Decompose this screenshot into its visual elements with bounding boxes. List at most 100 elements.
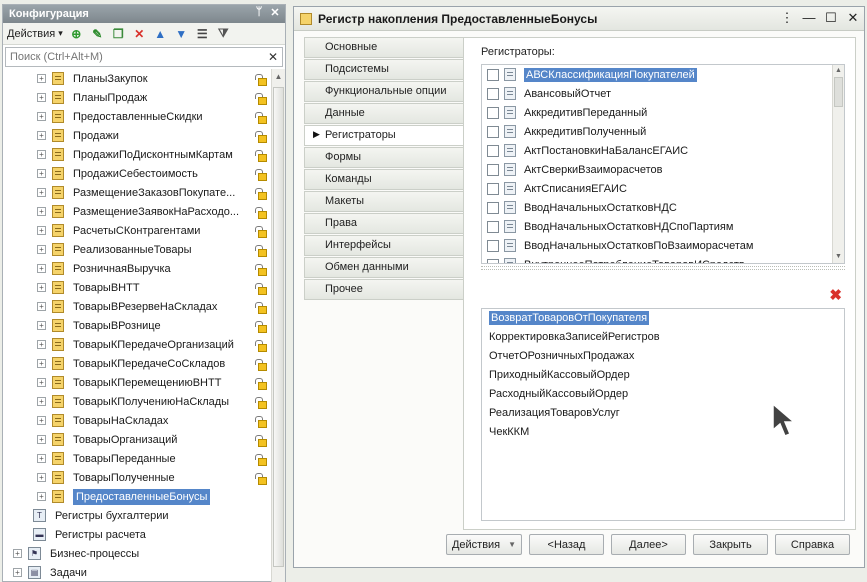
expand-icon[interactable]: + (37, 283, 46, 292)
registrator-checkbox[interactable] (487, 220, 499, 233)
expand-icon[interactable]: + (37, 454, 46, 463)
expand-icon[interactable]: + (37, 264, 46, 273)
registrators-scrollbar[interactable]: ▲ ▼ (832, 65, 844, 263)
registrator-row[interactable]: АккредитивПереданный (482, 103, 844, 122)
expand-icon[interactable]: + (37, 492, 46, 501)
clear-search-icon[interactable]: ✕ (268, 50, 278, 64)
tree-item[interactable]: + ПланыЗакупок (3, 69, 271, 88)
list-icon[interactable]: ☰ (195, 26, 210, 41)
next-button[interactable]: Далее> (611, 534, 686, 555)
selected-document-row[interactable]: ПриходныйКассовыйОрдер (482, 366, 844, 385)
expand-icon[interactable]: + (13, 549, 22, 558)
tree-item[interactable]: + РазмещениеЗаявокНаРасходо... (3, 202, 271, 221)
add-icon[interactable]: ⊕ (69, 26, 84, 41)
tree-item[interactable]: + ТоварыКПеремещениюВНТТ (3, 373, 271, 392)
tab-item[interactable]: Данные (304, 103, 464, 124)
tree-item[interactable]: + ТоварыКПолучениюНаСклады (3, 392, 271, 411)
tab-item[interactable]: Права (304, 213, 464, 234)
expand-icon[interactable]: + (37, 359, 46, 368)
tab-item[interactable]: Подсистемы (304, 59, 464, 80)
tree-item[interactable]: + ТоварыНаСкладах (3, 411, 271, 430)
scroll-up-icon[interactable]: ▲ (833, 65, 844, 77)
tree-item[interactable]: + Продажи (3, 126, 271, 145)
maximize-icon[interactable]: ☐ (824, 10, 838, 26)
tree-item[interactable]: + ПродажиПоДисконтнымКартам (3, 145, 271, 164)
tab-item[interactable]: Интерфейсы (304, 235, 464, 256)
registrator-checkbox[interactable] (487, 258, 499, 263)
tree-item[interactable]: + РасчетыСКонтрагентами (3, 221, 271, 240)
expand-icon[interactable]: + (13, 568, 22, 577)
search-input[interactable] (6, 48, 261, 66)
tree-item[interactable]: + РозничнаяВыручка (3, 259, 271, 278)
delete-icon[interactable]: ✕ (132, 26, 147, 41)
registrator-checkbox[interactable] (487, 163, 499, 176)
registrator-checkbox[interactable] (487, 68, 499, 81)
tree-item[interactable]: + ТоварыВРознице (3, 316, 271, 335)
tree-item[interactable]: + РеализованныеТовары (3, 240, 271, 259)
tree-item[interactable]: + ТоварыКПередачеСоСкладов (3, 354, 271, 373)
tree-item[interactable]: + ПредоставленныеБонусы (3, 487, 271, 506)
tab-item[interactable]: Основные (304, 37, 464, 58)
tree-root-item[interactable]: + ⚑ Бизнес-процессы (3, 544, 271, 563)
registrator-checkbox[interactable] (487, 201, 499, 214)
registrator-row[interactable]: АктСписанияЕГАИС (482, 179, 844, 198)
registrator-row[interactable]: АктПостановкиНаБалансЕГАИС (482, 141, 844, 160)
actions-button[interactable]: Действия ▼ (446, 534, 522, 555)
scroll-up-icon[interactable]: ▲ (272, 69, 285, 85)
registrator-row[interactable]: АВСКлассификацияПокупателей (482, 65, 844, 84)
pin-icon[interactable]: ᛘ (253, 6, 265, 18)
edit-icon[interactable]: ✎ (90, 26, 105, 41)
expand-icon[interactable]: + (37, 416, 46, 425)
tab-item[interactable]: Прочее (304, 279, 464, 300)
registrator-row[interactable]: ВнутреннееПотреблениеТоваровИСредств (482, 255, 844, 263)
expand-icon[interactable]: + (37, 340, 46, 349)
scrollbar-thumb[interactable] (273, 87, 284, 567)
expand-icon[interactable]: + (37, 207, 46, 216)
close-button[interactable]: Закрыть (693, 534, 768, 555)
tab-item[interactable]: Функциональные опции (304, 81, 464, 102)
tab-item[interactable]: Обмен данными (304, 257, 464, 278)
tree-item[interactable]: + ТоварыПереданные (3, 449, 271, 468)
expand-icon[interactable]: + (37, 93, 46, 102)
registrator-checkbox[interactable] (487, 144, 499, 157)
tab-item[interactable]: Формы (304, 147, 464, 168)
scrollbar-thumb[interactable] (834, 77, 843, 107)
delete-icon[interactable]: ✖ (829, 286, 842, 304)
expand-icon[interactable]: + (37, 188, 46, 197)
tree-section[interactable]: Т Регистры бухгалтерии (3, 506, 271, 525)
tree-item[interactable]: + ТоварыВРезервеНаСкладах (3, 297, 271, 316)
expand-icon[interactable]: + (37, 150, 46, 159)
tree-item[interactable]: + ТоварыКПередачеОрганизаций (3, 335, 271, 354)
copy-add-icon[interactable]: ❐ (111, 26, 126, 41)
splitter[interactable] (481, 266, 845, 270)
registrator-checkbox[interactable] (487, 87, 499, 100)
registrator-row[interactable]: ВводНачальныхОстатковНДСпоПартиям (482, 217, 844, 236)
tree-root-item[interactable]: + ▤ Задачи (3, 563, 271, 582)
expand-icon[interactable]: + (37, 302, 46, 311)
back-button[interactable]: <Назад (529, 534, 604, 555)
tab-item[interactable]: Команды (304, 169, 464, 190)
expand-icon[interactable]: + (37, 435, 46, 444)
expand-icon[interactable]: + (37, 245, 46, 254)
expand-icon[interactable]: + (37, 378, 46, 387)
expand-icon[interactable]: + (37, 112, 46, 121)
registrator-row[interactable]: АвансовыйОтчет (482, 84, 844, 103)
expand-icon[interactable]: + (37, 397, 46, 406)
tree-scrollbar[interactable]: ▲ (271, 69, 285, 582)
registrator-checkbox[interactable] (487, 182, 499, 195)
tab-item[interactable]: ▶ Регистраторы (304, 125, 464, 146)
registrator-row[interactable]: ВводНачальныхОстатковНДС (482, 198, 844, 217)
registrator-row[interactable]: АккредитивПолученный (482, 122, 844, 141)
selected-document-row[interactable]: ОтчетОРозничныхПродажах (482, 347, 844, 366)
expand-icon[interactable]: + (37, 131, 46, 140)
expand-icon[interactable]: + (37, 74, 46, 83)
registrator-checkbox[interactable] (487, 106, 499, 119)
tree-item[interactable]: + ПредоставленныеСкидки (3, 107, 271, 126)
tree-item[interactable]: + ПланыПродаж (3, 88, 271, 107)
registrator-checkbox[interactable] (487, 125, 499, 138)
close-window-icon[interactable]: ✕ (846, 10, 860, 26)
filter-icon[interactable]: ⧩ (216, 26, 231, 41)
tree-section[interactable]: ▬ Регистры расчета (3, 525, 271, 544)
expand-icon[interactable]: + (37, 473, 46, 482)
move-down-icon[interactable]: ▼ (174, 26, 189, 41)
